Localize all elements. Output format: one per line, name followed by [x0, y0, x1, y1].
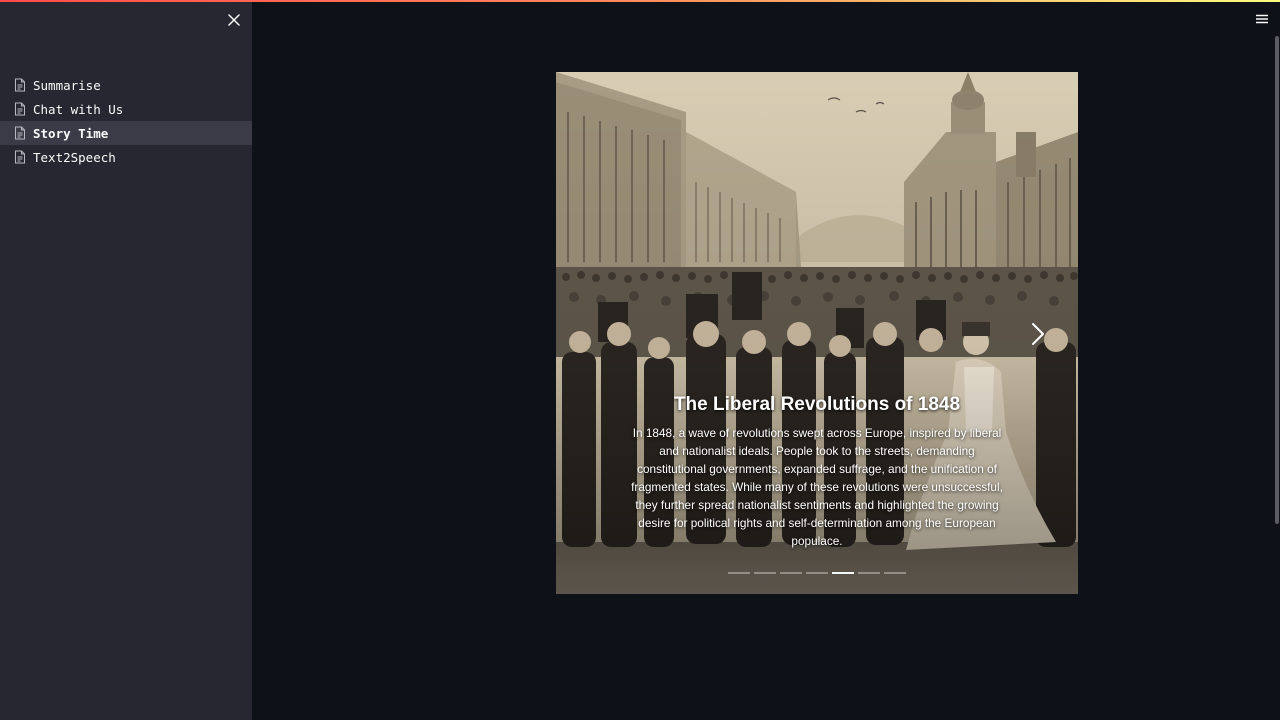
sidebar-nav: Summarise Chat with Us Story Time Text2S…: [0, 73, 252, 169]
slide-indicator[interactable]: [754, 572, 776, 574]
sidebar-item-story-time[interactable]: Story Time: [0, 121, 252, 145]
next-slide-button[interactable]: [1026, 320, 1050, 348]
slide-indicator[interactable]: [728, 572, 750, 574]
sidebar-item-label: Chat with Us: [33, 101, 124, 117]
close-sidebar-button[interactable]: [224, 10, 244, 30]
document-icon: [14, 126, 26, 140]
slide-indicator[interactable]: [780, 572, 802, 574]
slide-indicator[interactable]: [858, 572, 880, 574]
close-icon: [228, 14, 240, 26]
sidebar-item-summarise[interactable]: Summarise: [0, 73, 252, 97]
main-menu-button[interactable]: [1254, 12, 1270, 26]
sidebar: Summarise Chat with Us Story Time Text2S…: [0, 0, 252, 720]
page-scrollbar[interactable]: [1275, 36, 1279, 524]
slide-indicator-active[interactable]: [832, 572, 854, 574]
slide-caption: The Liberal Revolutions of 1848 In 1848,…: [626, 394, 1008, 550]
hamburger-menu-icon: [1256, 14, 1268, 24]
sidebar-item-label: Summarise: [33, 77, 101, 93]
sidebar-item-chat-with-us[interactable]: Chat with Us: [0, 97, 252, 121]
chevron-right-icon: [1032, 323, 1044, 345]
sidebar-item-label: Text2Speech: [33, 149, 116, 165]
slide-indicator[interactable]: [884, 572, 906, 574]
sidebar-item-label: Story Time: [33, 125, 109, 141]
header-decoration-bar: [0, 0, 1280, 2]
document-icon: [14, 78, 26, 92]
sidebar-item-text2speech[interactable]: Text2Speech: [0, 145, 252, 169]
document-icon: [14, 150, 26, 164]
slide-indicators: [556, 572, 1078, 576]
story-carousel: The Liberal Revolutions of 1848 In 1848,…: [556, 72, 1078, 594]
slide-indicator[interactable]: [806, 572, 828, 574]
slide-description: In 1848, a wave of revolutions swept acr…: [631, 426, 1003, 548]
slide-title: The Liberal Revolutions of 1848: [673, 394, 961, 415]
document-icon: [14, 102, 26, 116]
